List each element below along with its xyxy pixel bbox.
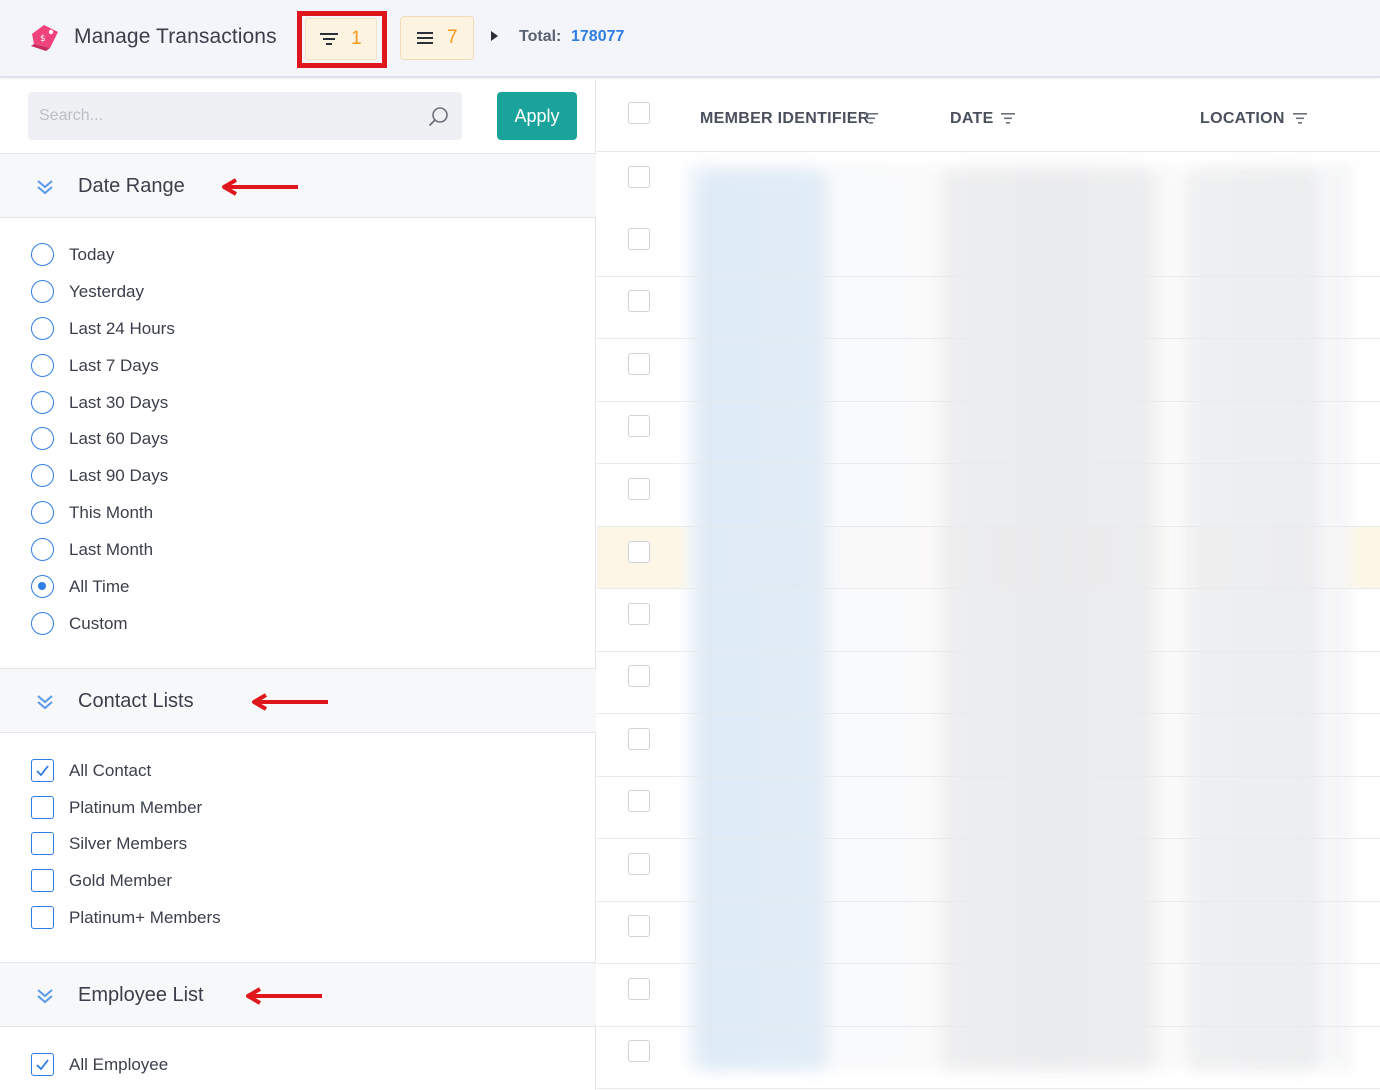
page-title: Manage Transactions — [74, 25, 277, 48]
checkbox[interactable] — [31, 832, 54, 855]
blurred-location-column — [1187, 170, 1317, 1070]
radio-button[interactable] — [31, 280, 54, 303]
radio-button[interactable] — [31, 243, 54, 266]
radio-button[interactable] — [31, 391, 54, 414]
columns-count: 7 — [447, 27, 458, 48]
contact-lists-title: Contact Lists — [78, 690, 194, 712]
row-divider — [597, 651, 1380, 652]
highlight-box — [297, 11, 387, 68]
arrow-left-icon — [252, 693, 328, 711]
radio-button[interactable] — [31, 427, 54, 450]
row-checkbox[interactable] — [628, 978, 650, 1000]
row-checkbox[interactable] — [628, 290, 650, 312]
radio-button[interactable] — [31, 501, 54, 524]
arrow-left-icon — [246, 987, 322, 1005]
search-icon[interactable] — [428, 106, 450, 128]
table-header: MEMBER IDENTIFIER DATE LOCATION — [597, 80, 1380, 152]
sort-icon[interactable] — [1293, 112, 1307, 125]
row-checkbox[interactable] — [628, 478, 650, 500]
chevron-down-icon[interactable] — [36, 693, 54, 711]
row-checkbox[interactable] — [628, 665, 650, 687]
column-header-date[interactable]: DATE — [950, 110, 994, 128]
checkbox[interactable] — [31, 869, 54, 892]
row-divider — [597, 838, 1380, 839]
checkbox-checked[interactable] — [31, 1053, 54, 1076]
row-checkbox[interactable] — [628, 166, 650, 188]
checkbox-checked[interactable] — [31, 759, 54, 782]
chevron-down-icon[interactable] — [36, 987, 54, 1005]
check-icon — [36, 1059, 49, 1071]
row-divider — [597, 401, 1380, 402]
svg-text:$: $ — [40, 34, 46, 44]
column-header-location[interactable]: LOCATION — [1200, 110, 1285, 128]
column-header-member-identifier[interactable]: MEMBER IDENTIFIER — [700, 110, 870, 128]
row-checkbox[interactable] — [628, 603, 650, 625]
radio-button-selected[interactable] — [31, 575, 54, 598]
top-header: $ Manage Transactions 1 7 Total: 178077 — [0, 0, 1380, 78]
check-icon — [36, 765, 49, 777]
row-checkbox[interactable] — [628, 1040, 650, 1062]
row-divider — [597, 463, 1380, 464]
contact-lists-header[interactable]: Contact Lists — [0, 668, 596, 733]
row-divider — [597, 338, 1380, 339]
row-checkbox[interactable] — [628, 415, 650, 437]
caret-right-icon[interactable] — [491, 31, 498, 41]
date-range-title: Date Range — [78, 175, 185, 197]
total-value: 178077 — [571, 28, 625, 45]
row-checkbox[interactable] — [628, 915, 650, 937]
date-range-header[interactable]: Date Range — [0, 153, 596, 218]
checkbox[interactable] — [31, 796, 54, 819]
sort-icon[interactable] — [864, 112, 878, 125]
arrow-left-icon — [222, 178, 298, 196]
blurred-date-column — [942, 170, 1157, 1070]
columns-count-button[interactable]: 7 — [400, 16, 474, 60]
select-all-checkbox[interactable] — [628, 102, 650, 124]
apply-button[interactable]: Apply — [497, 92, 577, 140]
row-divider — [597, 963, 1380, 964]
row-checkbox[interactable] — [628, 853, 650, 875]
employee-list-title: Employee List — [78, 984, 204, 1006]
row-divider — [597, 1088, 1380, 1089]
row-checkbox[interactable] — [628, 541, 650, 563]
row-divider — [597, 276, 1380, 277]
row-divider — [597, 526, 1380, 527]
row-divider — [597, 1026, 1380, 1027]
total-label: Total: — [519, 28, 562, 45]
row-divider — [597, 713, 1380, 714]
radio-button[interactable] — [31, 317, 54, 340]
radio-button[interactable] — [31, 612, 54, 635]
row-divider — [597, 776, 1380, 777]
blurred-member-column — [697, 170, 827, 1070]
menu-icon — [417, 32, 433, 44]
chevron-down-icon[interactable] — [36, 178, 54, 196]
row-divider — [597, 588, 1380, 589]
radio-button[interactable] — [31, 354, 54, 377]
radio-button[interactable] — [31, 538, 54, 561]
row-checkbox[interactable] — [628, 353, 650, 375]
checkbox[interactable] — [31, 906, 54, 929]
filter-panel: Apply Date Range Today Yesterday Last 24… — [0, 80, 596, 1090]
row-checkbox[interactable] — [628, 728, 650, 750]
logo-icon: $ — [31, 25, 58, 51]
transactions-table: MEMBER IDENTIFIER DATE LOCATION — [597, 80, 1380, 1090]
row-checkbox[interactable] — [628, 790, 650, 812]
row-checkbox[interactable] — [628, 228, 650, 250]
radio-button[interactable] — [31, 464, 54, 487]
search-input[interactable] — [28, 92, 418, 140]
sort-icon[interactable] — [1001, 112, 1015, 125]
employee-list-header[interactable]: Employee List — [0, 962, 596, 1027]
row-divider — [597, 901, 1380, 902]
search-box — [28, 92, 462, 140]
